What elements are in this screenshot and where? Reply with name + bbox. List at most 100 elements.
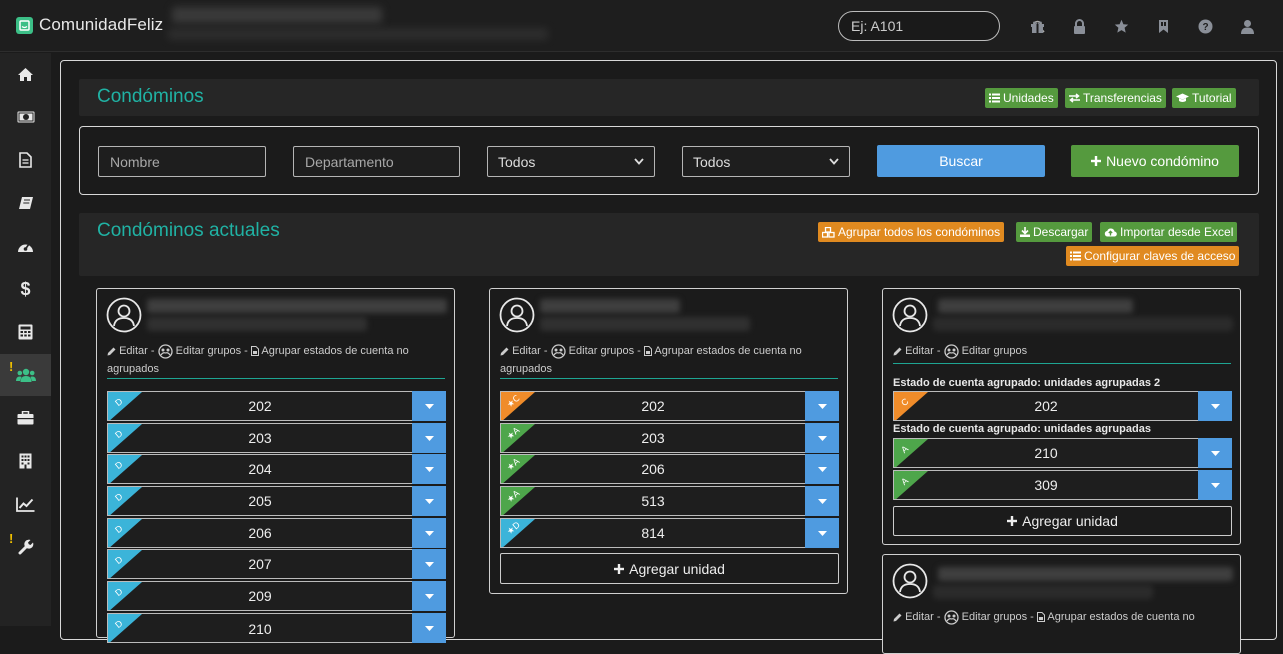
- add-unit-button[interactable]: Agregar unidad: [893, 506, 1232, 536]
- warning-icon: !: [9, 359, 14, 374]
- unit-row[interactable]: D 207: [107, 549, 446, 579]
- unit-row[interactable]: D 202: [107, 391, 446, 421]
- add-unit-button[interactable]: Agregar unidad: [500, 553, 839, 584]
- card-actions: Editar - Editar grupos: [893, 342, 1233, 360]
- unit-dropdown-button[interactable]: [1198, 438, 1232, 468]
- sidebar-item-briefcase[interactable]: [0, 397, 51, 439]
- unit-dropdown-button[interactable]: [412, 613, 446, 643]
- unit-dropdown-button[interactable]: [805, 423, 839, 453]
- sidebar-item-settings[interactable]: !: [0, 526, 51, 568]
- unit-dropdown-button[interactable]: [805, 486, 839, 516]
- sidebar-item-documents[interactable]: [0, 139, 51, 181]
- unit-dropdown-button[interactable]: [805, 391, 839, 421]
- unit-row[interactable]: A 210: [893, 438, 1232, 468]
- unit-search[interactable]: [838, 11, 1045, 41]
- card-actions: Editar - Editar grupos - Agrupar estados…: [107, 343, 409, 375]
- configurar-claves-button[interactable]: Configurar claves de acceso: [1066, 246, 1240, 266]
- unit-dropdown-button[interactable]: [412, 454, 446, 484]
- unit-row[interactable]: C 202: [893, 391, 1232, 421]
- importar-excel-button[interactable]: Importar desde Excel: [1100, 222, 1238, 242]
- unit-search-input[interactable]: [851, 18, 1032, 34]
- graduation-cap-icon: [1176, 93, 1189, 102]
- user-icon[interactable]: [1239, 18, 1256, 35]
- pencil-icon: [500, 347, 509, 356]
- groups-icon: [550, 343, 566, 359]
- unit-dropdown-button[interactable]: [412, 581, 446, 611]
- tutorial-button[interactable]: Tutorial: [1172, 88, 1236, 108]
- unit-row[interactable]: ★D 814: [500, 518, 839, 548]
- unit-row[interactable]: D 209: [107, 581, 446, 611]
- descargar-button[interactable]: Descargar: [1016, 222, 1093, 242]
- unit-row[interactable]: D 203: [107, 423, 446, 453]
- resident-card: Editar - Editar grupos - Agrupar estados…: [882, 554, 1241, 654]
- unit-row[interactable]: ★A 206: [500, 454, 839, 484]
- buscar-button[interactable]: Buscar: [877, 145, 1045, 177]
- nombre-input[interactable]: [98, 146, 266, 177]
- editar-grupos-link[interactable]: Editar grupos: [176, 345, 241, 357]
- resident-email: [933, 585, 1153, 599]
- unit-status-tag: ★A: [501, 487, 535, 515]
- unit-dropdown-button[interactable]: [412, 391, 446, 421]
- group-label: Estado de cuenta agrupado: unidades agru…: [893, 423, 1151, 435]
- unit-row[interactable]: D 210: [107, 613, 446, 643]
- chevron-down-icon: [829, 158, 839, 165]
- editar-grupos-link[interactable]: Editar grupos: [569, 345, 634, 357]
- editar-grupos-link[interactable]: Editar grupos: [962, 345, 1027, 357]
- unit-dropdown-button[interactable]: [1198, 391, 1232, 421]
- cloud-upload-icon: [1104, 228, 1117, 237]
- unit-dropdown-button[interactable]: [412, 486, 446, 516]
- help-icon[interactable]: ?: [1197, 18, 1214, 35]
- transferencias-button[interactable]: Transferencias: [1065, 88, 1166, 108]
- star-icon[interactable]: [1113, 18, 1130, 35]
- list-icon: [989, 93, 1000, 103]
- sidebar-item-dashboard[interactable]: [0, 225, 51, 267]
- unit-row[interactable]: D 206: [107, 518, 446, 548]
- unit-row[interactable]: ★C 202: [500, 391, 839, 421]
- editar-link[interactable]: Editar: [905, 611, 934, 623]
- unit-row[interactable]: D 204: [107, 454, 446, 484]
- gift-icon[interactable]: [1029, 18, 1046, 35]
- unit-number: 203: [248, 430, 272, 446]
- sidebar-item-calculator[interactable]: [0, 311, 51, 353]
- unit-row[interactable]: ★A 203: [500, 423, 839, 453]
- unidades-button[interactable]: Unidades: [985, 88, 1058, 108]
- unit-dropdown-button[interactable]: [805, 454, 839, 484]
- sidebar-item-money[interactable]: [0, 96, 51, 138]
- group-label: Estado de cuenta agrupado: unidades agru…: [893, 377, 1161, 389]
- sidebar-item-building[interactable]: [0, 440, 51, 482]
- bookmark-icon[interactable]: [1155, 18, 1172, 35]
- sidebar-item-book[interactable]: [0, 182, 51, 224]
- editar-link[interactable]: Editar: [905, 345, 934, 357]
- editar-grupos-link[interactable]: Editar grupos: [962, 611, 1027, 623]
- departamento-input[interactable]: [293, 146, 460, 177]
- editar-link[interactable]: Editar: [512, 345, 541, 357]
- unit-dropdown-button[interactable]: [412, 423, 446, 453]
- wrench-icon: [18, 539, 34, 555]
- agrupar-estados-link[interactable]: Agrupar estados de cuenta no: [1047, 611, 1194, 623]
- caret-down-icon: [817, 530, 827, 536]
- unit-status-tag: A: [894, 471, 928, 499]
- unit-number: 202: [248, 398, 272, 414]
- filter-select-2[interactable]: Todos: [682, 146, 850, 177]
- community-selector[interactable]: [172, 7, 382, 23]
- unit-row[interactable]: D 205: [107, 486, 446, 516]
- filter-select-1[interactable]: Todos: [487, 146, 655, 177]
- unit-row[interactable]: ★A 513: [500, 486, 839, 516]
- editar-link[interactable]: Editar: [119, 345, 148, 357]
- sidebar-item-payments[interactable]: $: [0, 268, 51, 310]
- unit-dropdown-button[interactable]: [412, 549, 446, 579]
- sidebar-item-reports[interactable]: [0, 483, 51, 525]
- card-actions: Editar - Editar grupos - Agrupar estados…: [893, 608, 1238, 626]
- agrupar-todos-button[interactable]: Agrupar todos los condóminos: [818, 222, 1005, 242]
- unit-dropdown-button[interactable]: [1198, 470, 1232, 500]
- nuevo-condomino-button[interactable]: Nuevo condómino: [1071, 145, 1239, 177]
- sidebar-item-home[interactable]: [0, 53, 51, 95]
- sidebar-item-residents[interactable]: !: [0, 354, 51, 396]
- plus-icon: [1091, 156, 1102, 166]
- unit-dropdown-button[interactable]: [412, 518, 446, 548]
- unit-row[interactable]: A 309: [893, 470, 1232, 500]
- lock-icon[interactable]: [1071, 18, 1088, 35]
- app-logo[interactable]: ComunidadFeliz: [16, 15, 163, 35]
- unit-dropdown-button[interactable]: [805, 518, 839, 548]
- caret-down-icon: [424, 625, 434, 631]
